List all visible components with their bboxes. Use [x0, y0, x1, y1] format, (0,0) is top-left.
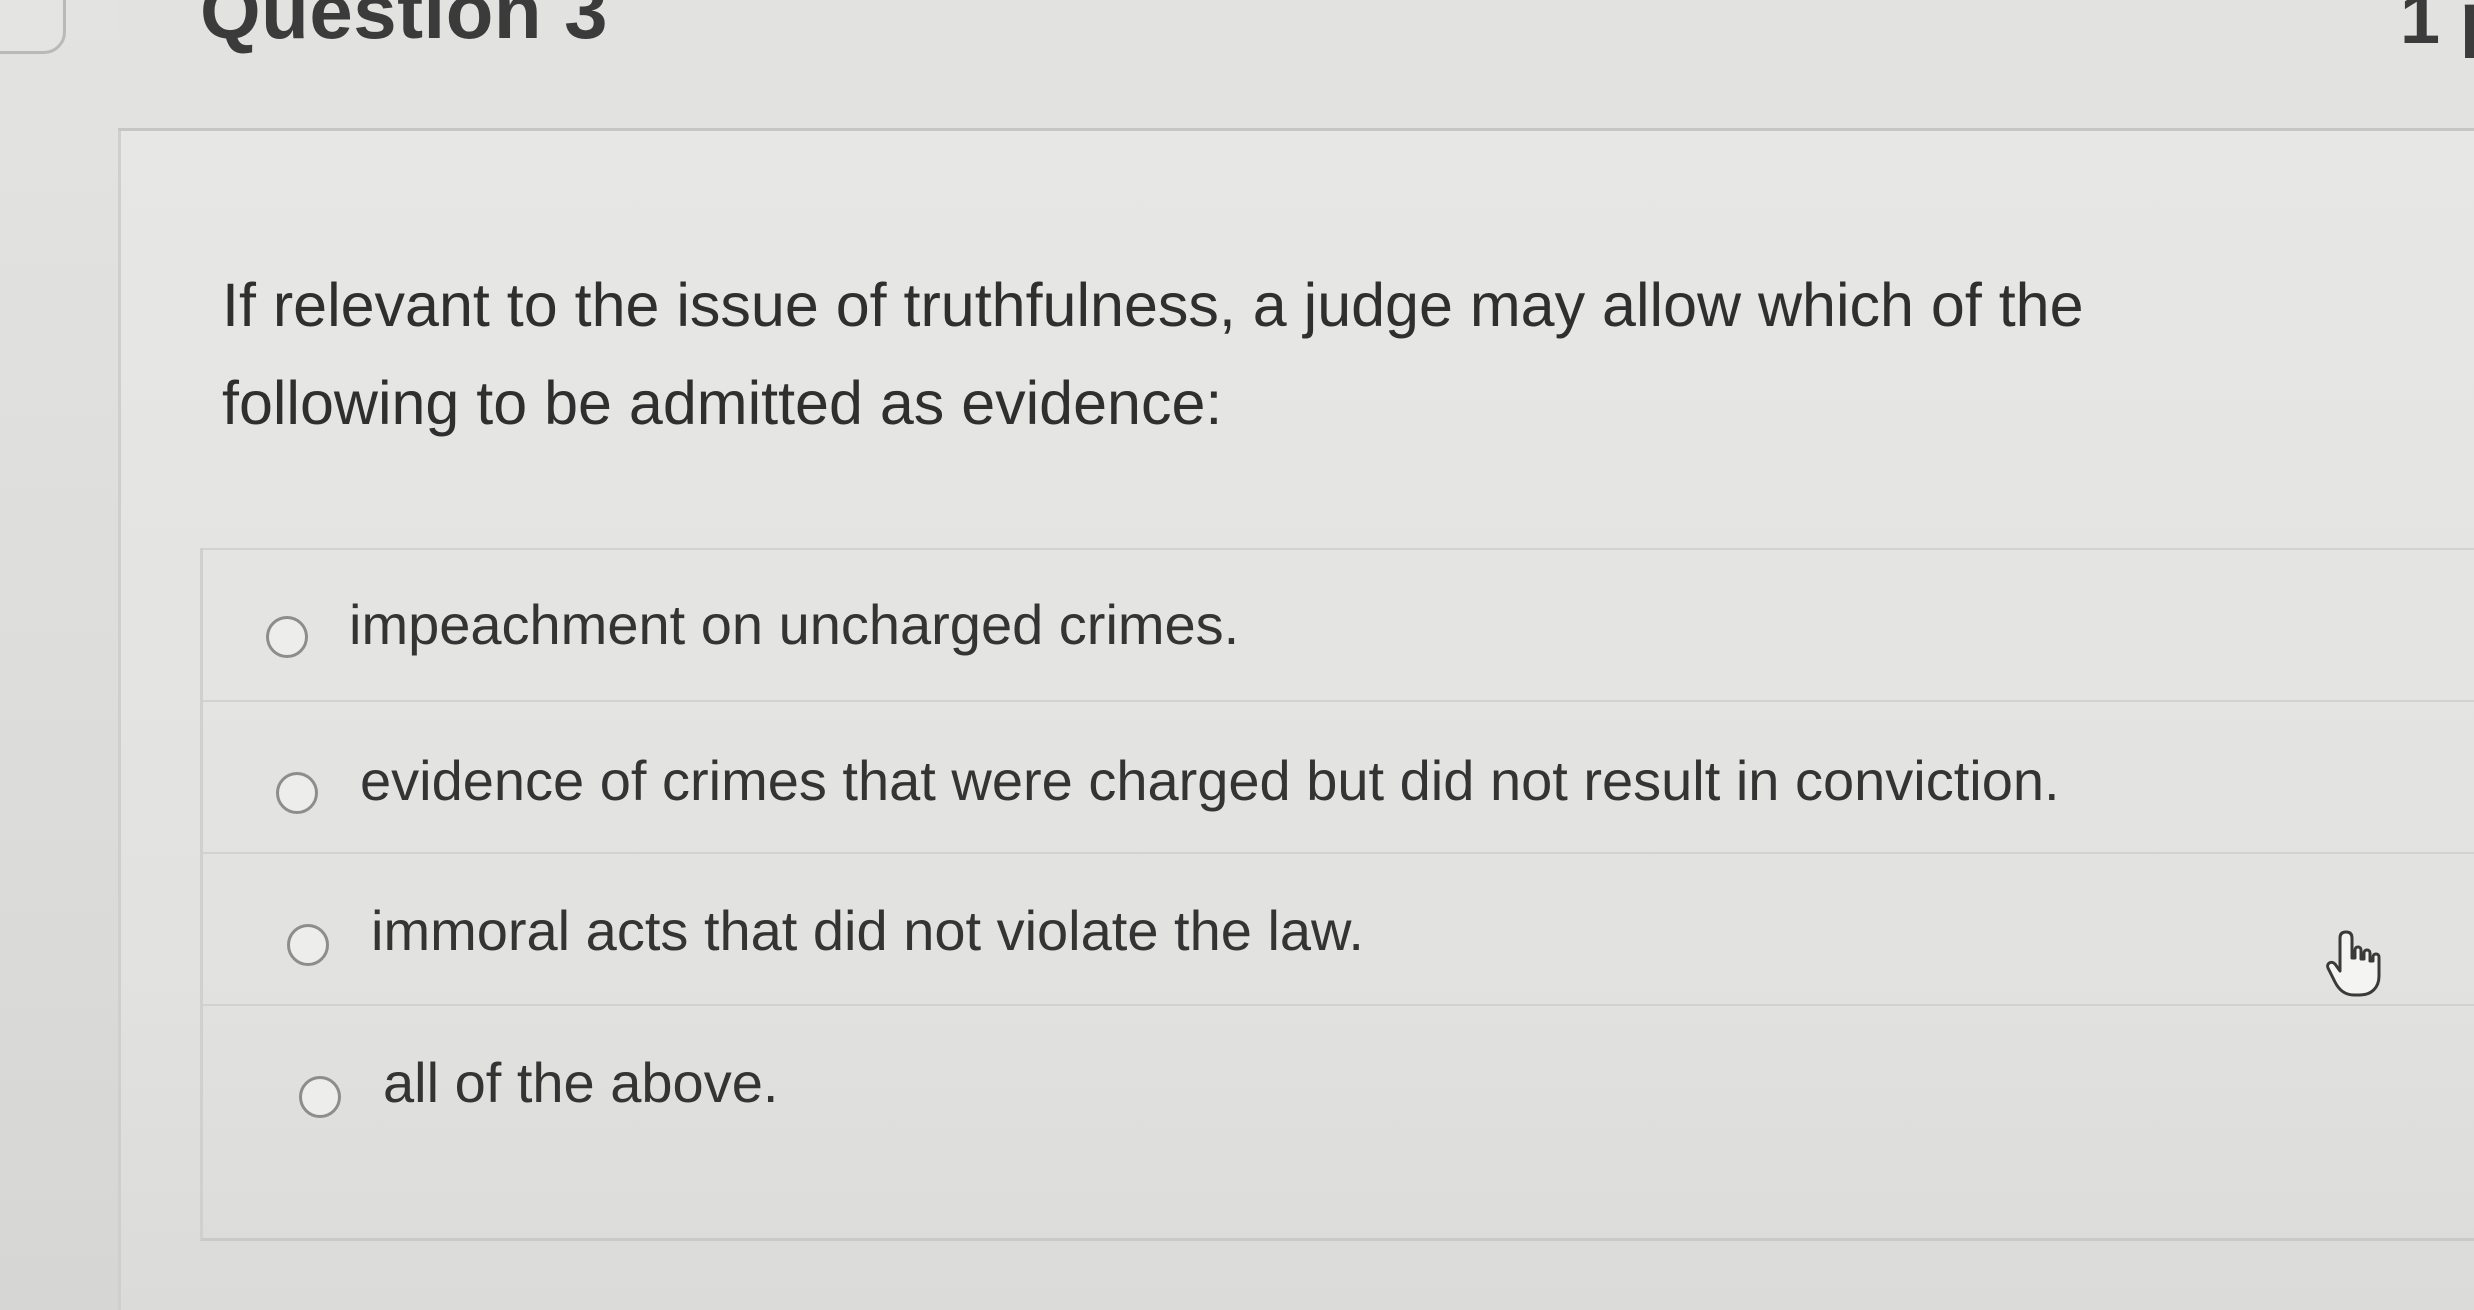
answer-label[interactable]: all of the above.: [383, 1050, 778, 1115]
flag-question-tab[interactable]: [0, 0, 66, 54]
answer-label[interactable]: evidence of crimes that were charged but…: [360, 748, 2060, 813]
question-points: 1 p: [2400, 0, 2474, 59]
answer-option-3[interactable]: immoral acts that did not violate the la…: [203, 852, 2474, 1006]
answer-option-1[interactable]: impeachment on uncharged crimes.: [203, 548, 2474, 702]
answer-label[interactable]: impeachment on uncharged crimes.: [349, 592, 1239, 657]
radio-circle-icon[interactable]: [287, 924, 329, 966]
answer-option-2[interactable]: evidence of crimes that were charged but…: [203, 700, 2474, 854]
radio-circle-icon[interactable]: [299, 1076, 341, 1118]
question-text-line-1: If relevant to the issue of truthfulness…: [222, 271, 2084, 339]
question-text: If relevant to the issue of truthfulness…: [222, 256, 2372, 452]
answer-list: impeachment on uncharged crimes. evidenc…: [200, 548, 2474, 1241]
question-text-line-2: following to be admitted as evidence:: [222, 369, 1223, 437]
radio-circle-icon[interactable]: [276, 772, 318, 814]
question-title: Question 3: [200, 0, 609, 55]
answer-label[interactable]: immoral acts that did not violate the la…: [371, 898, 1364, 963]
hand-pointer-icon: [2326, 930, 2381, 997]
radio-circle-icon[interactable]: [266, 616, 308, 658]
answer-option-4[interactable]: all of the above.: [203, 1004, 2474, 1158]
